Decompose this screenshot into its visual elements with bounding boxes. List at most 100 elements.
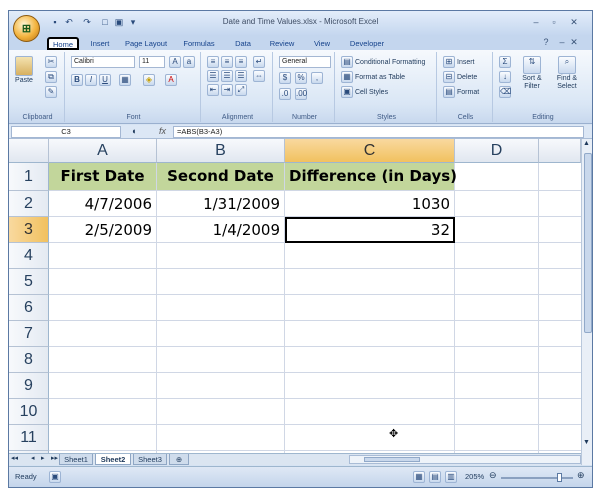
prev-sheet-icon[interactable]: ◂	[31, 454, 35, 462]
column-header-b[interactable]: B	[157, 139, 285, 163]
column-header-a[interactable]: A	[49, 139, 157, 163]
grow-font-icon[interactable]: A	[169, 56, 181, 68]
copy-icon[interactable]: ⧉	[45, 71, 57, 83]
row-header-9[interactable]: 9	[9, 373, 49, 399]
row-header-5[interactable]: 5	[9, 269, 49, 295]
tab-review[interactable]: Review	[265, 37, 299, 50]
last-sheet-icon[interactable]: ▸▸	[51, 454, 58, 462]
format-as-table-button[interactable]: ▦ Format as Table	[341, 71, 405, 83]
sort-filter-button[interactable]: ⇅ Sort & Filter	[517, 56, 547, 91]
font-color-icon[interactable]: A	[165, 74, 177, 86]
row-header-4[interactable]: 4	[9, 243, 49, 269]
number-format-combo[interactable]: General	[279, 56, 331, 68]
zoom-level[interactable]: 205%	[465, 472, 484, 481]
help-icon[interactable]: ?	[539, 36, 553, 48]
close-icon[interactable]: ✕	[567, 16, 581, 28]
page-break-view-icon[interactable]: ▥	[445, 471, 457, 483]
autosum-icon[interactable]: Σ	[499, 56, 511, 68]
cancel-entry-icon[interactable]: ◖	[131, 126, 136, 136]
row-header-3[interactable]: 3	[9, 217, 49, 243]
zoom-slider[interactable]	[501, 477, 573, 479]
comma-icon[interactable]: ,	[311, 72, 323, 84]
row-header-2[interactable]: 2	[9, 191, 49, 217]
page-layout-view-icon[interactable]: ▤	[429, 471, 441, 483]
cell-styles-button[interactable]: ▣ Cell Styles	[341, 86, 388, 98]
scroll-up-icon[interactable]: ▲	[583, 140, 590, 147]
cell-a2[interactable]: 4/7/2006	[49, 191, 157, 217]
horizontal-scroll-thumb[interactable]	[364, 457, 420, 462]
row-header-6[interactable]: 6	[9, 295, 49, 321]
insert-sheet-icon[interactable]: ⊕	[169, 454, 189, 465]
clear-icon[interactable]: ⌫	[499, 86, 511, 98]
tab-view[interactable]: View	[309, 37, 335, 50]
orientation-icon[interactable]: ⤢	[235, 84, 247, 96]
column-header-c[interactable]: C	[285, 139, 455, 163]
row-header-1[interactable]: 1	[9, 163, 49, 191]
minimize-icon[interactable]: –	[529, 16, 543, 28]
zoom-in-icon[interactable]: ⊕	[577, 470, 585, 481]
sheet-tab-2[interactable]: Sheet2	[95, 454, 131, 465]
fill-color-icon[interactable]: ◈	[143, 74, 155, 86]
insert-button[interactable]: ⊞ Insert	[443, 56, 475, 68]
decrease-decimal-icon[interactable]: .00	[295, 88, 307, 100]
row-header-10[interactable]: 10	[9, 399, 49, 425]
cell-a3[interactable]: 2/5/2009	[49, 217, 157, 243]
conditional-formatting-button[interactable]: ▤ Conditional Formatting	[341, 56, 425, 68]
tab-insert[interactable]: Insert	[85, 37, 115, 50]
center-icon[interactable]: ☰	[221, 70, 233, 82]
ribbon-close-icon[interactable]: ✕	[567, 36, 581, 48]
sheet-tab-3[interactable]: Sheet3	[133, 454, 167, 465]
font-size-combo[interactable]: 11	[139, 56, 165, 68]
next-sheet-icon[interactable]: ▸	[41, 454, 45, 462]
align-top-icon[interactable]: ≡	[207, 56, 219, 68]
vertical-scrollbar[interactable]: ▲ ▼	[581, 139, 592, 465]
format-button[interactable]: ▤ Format	[443, 86, 479, 98]
office-button[interactable]: ⊞	[13, 15, 40, 42]
cell-a1[interactable]: First Date	[49, 163, 157, 191]
align-right-icon[interactable]: ☰	[235, 70, 247, 82]
row-header-11[interactable]: 11	[9, 425, 49, 451]
format-painter-icon[interactable]: ✎	[45, 86, 57, 98]
column-header-e[interactable]	[539, 139, 581, 163]
select-all-corner[interactable]	[9, 139, 49, 163]
fill-icon[interactable]: ↓	[499, 71, 511, 83]
shrink-font-icon[interactable]: a	[183, 56, 195, 68]
merge-center-icon[interactable]: ⇔	[253, 70, 265, 82]
currency-icon[interactable]: $	[279, 72, 291, 84]
sheet-tab-1[interactable]: Sheet1	[59, 454, 93, 465]
cell-b2[interactable]: 1/31/2009	[157, 191, 285, 217]
first-sheet-icon[interactable]: ◂◂	[11, 454, 18, 462]
find-select-button[interactable]: ⌕ Find & Select	[551, 56, 583, 91]
scroll-down-icon[interactable]: ▼	[583, 439, 590, 446]
cut-icon[interactable]: ✂	[45, 56, 57, 68]
macro-record-icon[interactable]: ▣	[49, 471, 61, 483]
tab-formulas[interactable]: Formulas	[179, 37, 219, 50]
horizontal-scrollbar[interactable]	[349, 455, 581, 464]
zoom-out-icon[interactable]: ⊖	[489, 470, 497, 481]
decrease-indent-icon[interactable]: ⇤	[207, 84, 219, 96]
cell-b1[interactable]: Second Date	[157, 163, 285, 191]
paste-button[interactable]: Paste	[15, 56, 33, 84]
scroll-thumb[interactable]	[584, 153, 592, 333]
cell-c2[interactable]: 1030	[285, 191, 455, 217]
cell-b3[interactable]: 1/4/2009	[157, 217, 285, 243]
tab-home[interactable]: Home	[47, 37, 79, 50]
align-middle-icon[interactable]: ≡	[221, 56, 233, 68]
increase-decimal-icon[interactable]: .0	[279, 88, 291, 100]
percent-icon[interactable]: %	[295, 72, 307, 84]
align-bottom-icon[interactable]: ≡	[235, 56, 247, 68]
tab-page-layout[interactable]: Page Layout	[121, 37, 171, 50]
increase-indent-icon[interactable]: ⇥	[221, 84, 233, 96]
formula-input[interactable]: =ABS(B3-A3)	[173, 126, 584, 138]
cell-c1[interactable]: Difference (in Days)	[285, 163, 457, 191]
italic-icon[interactable]: I	[85, 74, 97, 86]
delete-button[interactable]: ⊟ Delete	[443, 71, 477, 83]
name-box[interactable]: C3	[11, 126, 121, 138]
insert-function-icon[interactable]: fx	[159, 126, 166, 136]
normal-view-icon[interactable]: ▦	[413, 471, 425, 483]
bold-icon[interactable]: B	[71, 74, 83, 86]
font-name-combo[interactable]: Calibri	[71, 56, 135, 68]
zoom-slider-thumb[interactable]	[557, 473, 562, 482]
column-header-d[interactable]: D	[455, 139, 539, 163]
row-header-8[interactable]: 8	[9, 347, 49, 373]
